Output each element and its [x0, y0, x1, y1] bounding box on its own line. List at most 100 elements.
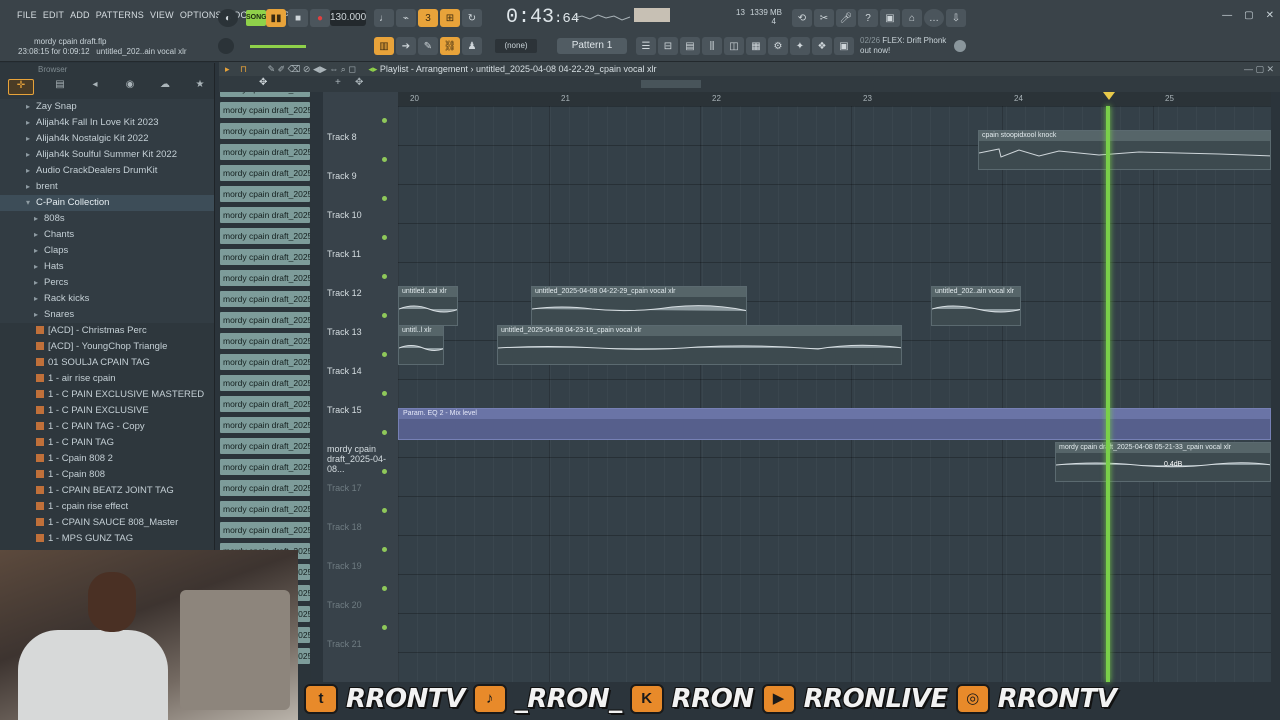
clip-source-item[interactable]: mordy cpain draft_2025-... [220, 144, 310, 160]
play-button[interactable]: ▮▮ [266, 9, 286, 27]
clip-source-item[interactable]: mordy cpain draft_2025-... [220, 501, 310, 517]
save-icon[interactable]: ▣ [880, 9, 900, 27]
playhead[interactable] [1106, 106, 1110, 682]
browser-item[interactable]: ▸ Alijah4k Fall In Love Kit 2023 [0, 115, 214, 131]
playlist-scrollbar[interactable] [641, 80, 701, 88]
clip-source-item[interactable]: mordy cpain draft_2025-... [220, 480, 310, 496]
clip-source-item[interactable]: mordy cpain draft_2025-... [220, 249, 310, 265]
track-mute-led[interactable] [382, 391, 387, 396]
plugin-database-icon[interactable]: ▦ [746, 37, 766, 55]
track-header[interactable]: Track 10 [323, 196, 393, 248]
clip-source-item[interactable]: mordy cpain draft_2025-... [220, 375, 310, 391]
track-header[interactable]: Track 18 [323, 508, 393, 560]
snap-icon[interactable]: ▥ [374, 37, 394, 55]
track-header[interactable]: Track 8 [323, 118, 393, 170]
browser-star-icon[interactable]: ★ [191, 79, 209, 95]
browser-item[interactable]: 1 - CPAIN BEATZ JOINT TAG [0, 483, 214, 499]
track-mute-led[interactable] [382, 430, 387, 435]
browser-item[interactable]: ▸ Chants [0, 227, 214, 243]
browser-item[interactable]: 1 - Cpain 808 [0, 467, 214, 483]
browser-item[interactable]: [ACD] - Christmas Perc [0, 323, 214, 339]
menu-view[interactable]: VIEW [149, 10, 175, 26]
move-icon[interactable]: ✥ [355, 77, 363, 88]
browser-item[interactable]: 1 - MPS GUNZ TAG [0, 531, 214, 547]
track-header[interactable]: Track 20 [323, 586, 393, 638]
menu-file[interactable]: FILE [16, 10, 38, 26]
pencil-icon[interactable]: ✎ [418, 37, 438, 55]
clip-source-item[interactable]: mordy cpain draft_2025-... [220, 123, 310, 139]
clip-source-item[interactable]: mordy cpain draft_2025-... [220, 354, 310, 370]
help-icon[interactable]: ? [858, 9, 878, 27]
browser-item[interactable]: ▸ Rack kicks [0, 291, 214, 307]
browser-item[interactable]: 1 - CPAIN SAUCE 808_Master [0, 515, 214, 531]
browser-item[interactable]: [ACD] - YoungChop Triangle [0, 339, 214, 355]
loop-record-icon[interactable]: ↻ [462, 9, 482, 27]
tools-icon[interactable]: ✦ [790, 37, 810, 55]
mic-icon[interactable]: 🎤︎ [836, 9, 856, 27]
audio-clip[interactable]: untitled_2025-04-08 04-22-29_cpain vocal… [531, 286, 747, 326]
menu-edit[interactable]: EDIT [42, 10, 65, 26]
audio-clip[interactable]: mordy cpain draft_2025-04-08 05-21-33_cp… [1055, 442, 1271, 482]
stamp-icon[interactable]: ♟ [462, 37, 482, 55]
track-header[interactable]: Track 9 [323, 157, 393, 209]
browser-item[interactable]: 1 - C PAIN TAG [0, 435, 214, 451]
automation-clip[interactable]: Param. EQ 2 - Mix level [398, 408, 1271, 440]
playlist-menu-icon[interactable]: ▸ [225, 64, 230, 74]
browser-item[interactable]: ▸ Snares [0, 307, 214, 323]
browser-item[interactable]: ▸ Hats [0, 259, 214, 275]
browser-item[interactable]: ▸ Percs [0, 275, 214, 291]
menu-patterns[interactable]: PATTERNS [95, 10, 145, 26]
audio-clip[interactable]: cpain stoopidxool knock [978, 130, 1271, 170]
browser-search-icon[interactable]: ◉ [121, 79, 139, 95]
clip-source-item[interactable]: mordy cpain draft_2025-... [220, 102, 310, 118]
clip-source-item[interactable]: mordy cpain draft_2025-... [220, 228, 310, 244]
browser-item[interactable]: ▸ brent [0, 179, 214, 195]
draw-tools-icon[interactable]: ✎ ✐ ⌫ ⊘ ◀▶ ⇔ ⌕ ◻ [268, 64, 356, 74]
clip-source-item[interactable]: mordy cpain draft_2025-... [220, 312, 310, 328]
tempo-display[interactable]: 130.000 [330, 10, 366, 26]
channel-rack-icon[interactable]: ▤ [680, 37, 700, 55]
track-header[interactable]: Track 13 [323, 313, 393, 365]
undo-icon[interactable]: ⟲ [792, 9, 812, 27]
browser-project-icon[interactable]: ▤ [51, 79, 69, 95]
track-mute-led[interactable] [382, 469, 387, 474]
step-edit-icon[interactable]: ⊞ [440, 9, 460, 27]
settings-icon[interactable] [954, 40, 966, 52]
browser-item[interactable]: 1 - C PAIN EXCLUSIVE [0, 403, 214, 419]
render-icon[interactable]: ⌂ [902, 9, 922, 27]
track-mute-led[interactable] [382, 313, 387, 318]
global-power-icon[interactable]: ◐ [218, 9, 238, 27]
master-volume-slider[interactable] [250, 45, 306, 48]
browser-item[interactable]: ▾ C-Pain Collection [0, 195, 214, 211]
track-mute-led[interactable] [382, 625, 387, 630]
track-mute-led[interactable] [382, 547, 387, 552]
track-header[interactable]: Track 21 [323, 625, 393, 677]
close-icon[interactable]: ✕ [1266, 10, 1274, 21]
playlist-arrow-icon[interactable]: ◂▸ [368, 64, 377, 74]
timeline-ruler[interactable]: 20 21 22 23 24 25 [398, 92, 1271, 106]
browser-item[interactable]: 1 - cpain rise effect [0, 499, 214, 515]
clip-source-item[interactable]: mordy cpain draft_2025-... [220, 270, 310, 286]
audio-clip[interactable]: untitled..cal xlr [398, 286, 458, 326]
pat-song-toggle[interactable]: SONG [246, 10, 267, 26]
playlist-icon[interactable]: ☰ [636, 37, 656, 55]
playlist-window-controls[interactable]: — ▢ ✕ [1244, 62, 1274, 76]
magnet-icon[interactable]: ⊓ [240, 64, 247, 74]
playlist-grid[interactable]: cpain stoopidxool knock untitled..cal xl… [398, 106, 1271, 682]
pattern-selector[interactable]: Pattern 1 [557, 38, 627, 54]
browser-plugins-icon[interactable]: ◂ [86, 79, 104, 95]
mixer-icon[interactable]: ⫼ [702, 37, 722, 55]
track-mute-led[interactable] [382, 196, 387, 201]
track-header[interactable]: Track 11 [323, 235, 393, 287]
touch-controller-icon[interactable]: ⚙ [768, 37, 788, 55]
maximize-icon[interactable]: ▢ [1244, 10, 1253, 21]
browser-item[interactable]: ▸ Alijah4k Soulful Summer Kit 2022 [0, 147, 214, 163]
clip-source-item[interactable]: mordy cpain draft_2025-... [220, 333, 310, 349]
stop-button[interactable]: ■ [288, 9, 308, 27]
browser-cloud-icon[interactable]: ☁ [156, 79, 174, 95]
countdown-icon[interactable]: 3 [418, 9, 438, 27]
script-icon[interactable]: ❖ [812, 37, 832, 55]
clip-source-item[interactable]: mordy cpain draft_2025-... [220, 186, 310, 202]
clip-source-item[interactable]: mordy cpain draft_2025-... [220, 438, 310, 454]
track-header[interactable]: Track 12 [323, 274, 393, 326]
